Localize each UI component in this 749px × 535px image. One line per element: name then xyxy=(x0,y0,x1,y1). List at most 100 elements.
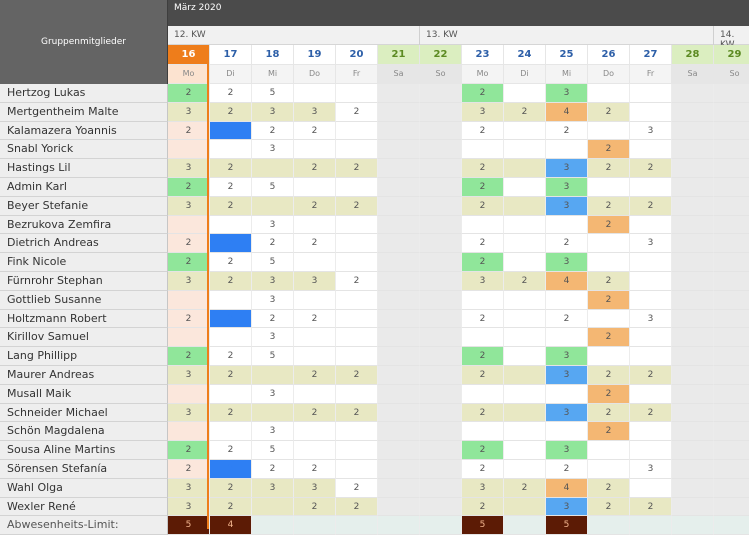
absence-cell[interactable]: 4 xyxy=(546,103,588,122)
member-name[interactable]: Gottlieb Susanne xyxy=(0,291,168,310)
absence-cell[interactable]: 2 xyxy=(588,216,630,234)
absence-cell[interactable]: 2 xyxy=(210,310,252,328)
absence-cell[interactable]: 2 xyxy=(546,460,588,479)
member-name[interactable]: Wexler René xyxy=(0,498,168,516)
member-name[interactable]: Holtzmann Robert xyxy=(0,310,168,328)
absence-cell[interactable] xyxy=(420,103,462,122)
absence-cell[interactable] xyxy=(378,441,420,460)
absence-cell[interactable] xyxy=(504,441,546,460)
absence-cell[interactable]: 2 xyxy=(210,103,252,122)
absence-cell[interactable] xyxy=(630,441,672,460)
absence-cell[interactable] xyxy=(294,422,336,441)
absence-cell[interactable]: 3 xyxy=(252,385,294,404)
absence-cell[interactable] xyxy=(630,178,672,197)
absence-cell[interactable]: 5 xyxy=(252,178,294,197)
absence-cell[interactable] xyxy=(546,291,588,310)
absence-cell[interactable]: 4 xyxy=(546,272,588,291)
member-name[interactable]: Fink Nicole xyxy=(0,253,168,272)
absence-cell[interactable]: 2 xyxy=(336,159,378,178)
absence-cell[interactable]: 3 xyxy=(546,159,588,178)
absence-cell[interactable]: 2 xyxy=(168,310,210,328)
absence-cell[interactable] xyxy=(672,366,714,385)
absence-cell[interactable]: 2 xyxy=(588,422,630,441)
absence-cell[interactable] xyxy=(504,159,546,178)
member-name[interactable]: Musall Maik xyxy=(0,385,168,404)
absence-cell[interactable]: 2 xyxy=(168,441,210,460)
absence-cell[interactable] xyxy=(672,103,714,122)
absence-cell[interactable] xyxy=(378,479,420,498)
absence-cell[interactable]: 2 xyxy=(210,479,252,498)
absence-cell[interactable] xyxy=(504,216,546,234)
absence-cell[interactable] xyxy=(672,197,714,216)
absence-cell[interactable] xyxy=(630,385,672,404)
absence-cell[interactable]: 2 xyxy=(630,197,672,216)
absence-cell[interactable] xyxy=(504,404,546,422)
absence-cell[interactable] xyxy=(672,122,714,140)
absence-cell[interactable] xyxy=(252,159,294,178)
absence-cell[interactable] xyxy=(294,291,336,310)
absence-cell[interactable] xyxy=(336,291,378,310)
absence-cell[interactable] xyxy=(714,159,749,178)
absence-cell[interactable]: 3 xyxy=(630,122,672,140)
absence-cell[interactable]: 2 xyxy=(168,460,210,479)
absence-cell[interactable] xyxy=(504,460,546,479)
absence-cell[interactable] xyxy=(672,234,714,253)
absence-cell[interactable]: 5 xyxy=(252,347,294,366)
absence-cell[interactable] xyxy=(210,291,252,310)
absence-cell[interactable]: 2 xyxy=(630,366,672,385)
absence-cell[interactable] xyxy=(672,385,714,404)
absence-cell[interactable]: 2 xyxy=(168,347,210,366)
absence-cell[interactable]: 5 xyxy=(252,441,294,460)
absence-cell[interactable]: 2 xyxy=(252,460,294,479)
absence-cell[interactable] xyxy=(714,441,749,460)
absence-cell[interactable]: 2 xyxy=(210,460,252,479)
absence-cell[interactable] xyxy=(630,216,672,234)
absence-cell[interactable] xyxy=(504,385,546,404)
absence-cell[interactable] xyxy=(336,253,378,272)
absence-cell[interactable] xyxy=(462,422,504,441)
absence-cell[interactable] xyxy=(714,178,749,197)
absence-cell[interactable]: 3 xyxy=(462,272,504,291)
absence-cell[interactable]: 3 xyxy=(252,103,294,122)
absence-cell[interactable] xyxy=(294,441,336,460)
member-name[interactable]: Dietrich Andreas xyxy=(0,234,168,253)
absence-cell[interactable]: 2 xyxy=(504,272,546,291)
absence-cell[interactable] xyxy=(546,385,588,404)
absence-cell[interactable] xyxy=(294,328,336,347)
absence-cell[interactable] xyxy=(294,347,336,366)
absence-cell[interactable] xyxy=(672,84,714,103)
absence-cell[interactable] xyxy=(336,310,378,328)
absence-cell[interactable] xyxy=(714,140,749,159)
absence-cell[interactable]: 2 xyxy=(252,122,294,140)
absence-cell[interactable] xyxy=(210,422,252,441)
absence-cell[interactable] xyxy=(168,140,210,159)
absence-cell[interactable]: 2 xyxy=(294,234,336,253)
absence-cell[interactable]: 2 xyxy=(210,498,252,516)
absence-cell[interactable] xyxy=(588,178,630,197)
absence-cell[interactable]: 2 xyxy=(210,253,252,272)
absence-cell[interactable]: 2 xyxy=(336,404,378,422)
absence-cell[interactable] xyxy=(336,422,378,441)
absence-cell[interactable] xyxy=(672,253,714,272)
absence-cell[interactable] xyxy=(714,234,749,253)
absence-cell[interactable] xyxy=(546,216,588,234)
absence-cell[interactable] xyxy=(714,366,749,385)
absence-cell[interactable] xyxy=(252,404,294,422)
absence-cell[interactable]: 2 xyxy=(168,122,210,140)
absence-cell[interactable] xyxy=(672,328,714,347)
absence-cell[interactable]: 2 xyxy=(462,366,504,385)
member-name[interactable]: Kalamazera Yoannis xyxy=(0,122,168,140)
absence-cell[interactable]: 2 xyxy=(462,460,504,479)
absence-cell[interactable]: 2 xyxy=(462,404,504,422)
absence-cell[interactable] xyxy=(714,291,749,310)
member-name[interactable]: Admin Karl xyxy=(0,178,168,197)
absence-cell[interactable] xyxy=(378,84,420,103)
absence-cell[interactable] xyxy=(294,140,336,159)
absence-cell[interactable]: 2 xyxy=(294,159,336,178)
absence-cell[interactable] xyxy=(420,385,462,404)
absence-cell[interactable] xyxy=(714,498,749,516)
absence-cell[interactable]: 2 xyxy=(462,197,504,216)
absence-cell[interactable] xyxy=(714,385,749,404)
absence-cell[interactable] xyxy=(378,140,420,159)
absence-cell[interactable]: 3 xyxy=(630,460,672,479)
